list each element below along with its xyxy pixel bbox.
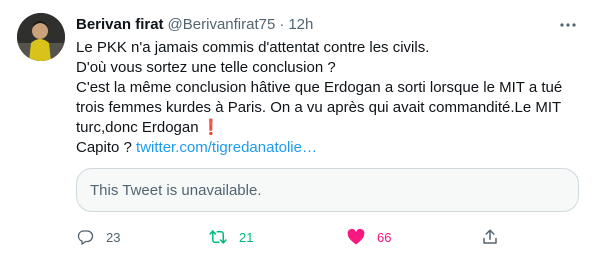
like-count: 66: [377, 229, 392, 245]
author-name[interactable]: Berivan firat: [76, 16, 164, 33]
retweet-icon: [209, 228, 227, 246]
tweet-text: Le PKK n'a jamais commis d'attentat cont…: [76, 38, 586, 158]
separator-dot: ·: [279, 15, 285, 33]
tweet-timestamp[interactable]: 12h: [288, 16, 313, 33]
tweet-text-fragment: turc,donc Erdogan: [76, 119, 199, 136]
retweet-button[interactable]: 21: [209, 226, 253, 248]
heart-icon: [347, 228, 365, 246]
tweet[interactable]: Berivan firat @Berivanfirat75 · 12h Le P…: [0, 0, 599, 262]
tweet-text-fragment: Capito ?: [76, 139, 132, 156]
avatar[interactable]: [17, 13, 65, 61]
share-button[interactable]: [481, 226, 499, 248]
retweet-count: 21: [239, 229, 254, 245]
tweet-link[interactable]: twitter.com/tigredanatolie…: [136, 139, 317, 156]
quoted-tweet-card[interactable]: This Tweet is unavailable.: [76, 168, 579, 212]
tweet-header: Berivan firat @Berivanfirat75 · 12h: [76, 14, 313, 34]
more-options-button[interactable]: [559, 16, 577, 34]
tweet-text-line: Le PKK n'a jamais commis d'attentat cont…: [76, 39, 430, 56]
author-handle[interactable]: @Berivanfirat75: [168, 16, 276, 33]
reply-count: 23: [106, 229, 121, 245]
like-button[interactable]: 66: [347, 226, 391, 248]
more-icon: [560, 23, 576, 27]
share-icon: [481, 228, 499, 246]
reply-icon: [76, 228, 94, 246]
tweet-actions: 23 21 66: [76, 226, 506, 248]
tweet-text-line: trois femmes kurdes à Paris. On a vu apr…: [76, 99, 562, 116]
tweet-text-line: D'où vous sortez une telle conclusion ?: [76, 59, 336, 76]
tweet-text-line: Capito ? twitter.com/tigredanatolie…: [76, 138, 586, 158]
exclamation-emoji: ❗: [201, 119, 221, 136]
tweet-text-line: turc,donc Erdogan ❗: [76, 118, 586, 138]
quoted-tweet-unavailable-text: This Tweet is unavailable.: [90, 181, 262, 199]
tweet-text-line: C'est la même conclusion hâtive que Erdo…: [76, 79, 563, 96]
reply-button[interactable]: 23: [76, 226, 120, 248]
